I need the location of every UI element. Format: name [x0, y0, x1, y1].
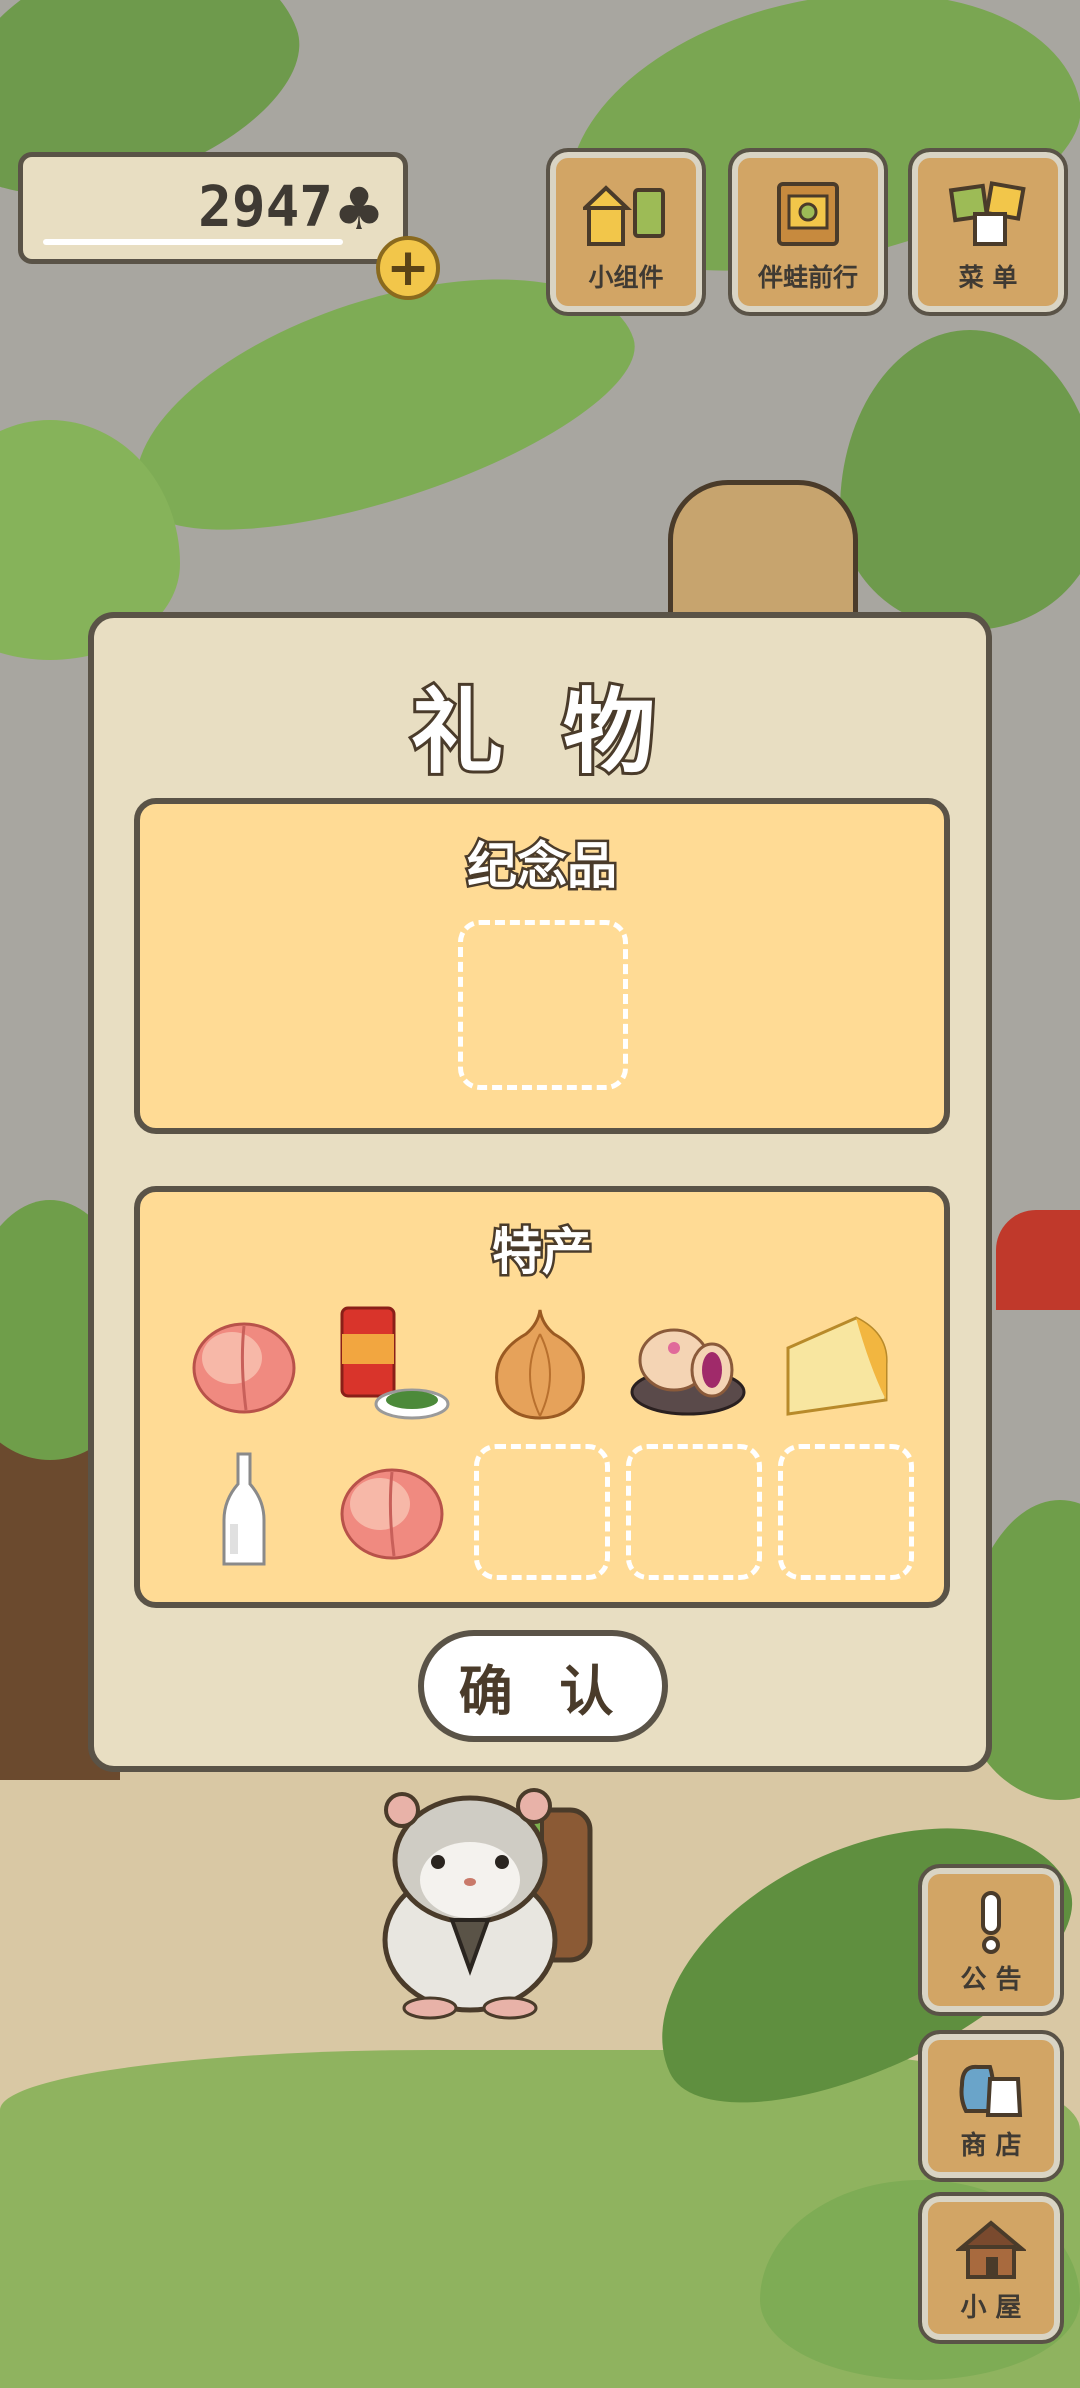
- shop-bag-icon: [959, 2064, 1023, 2117]
- house-button[interactable]: 小 屋: [918, 2192, 1064, 2344]
- shop-label: 商 店: [960, 2131, 1022, 2161]
- flower-cake-icon[interactable]: [628, 1304, 748, 1424]
- house-label: 小 屋: [960, 2293, 1022, 2323]
- menu-label: 菜 单: [958, 263, 1018, 292]
- house-icon: [956, 2220, 1026, 2279]
- souvenir-panel: 纪念品: [134, 798, 950, 1134]
- specialty-panel: 特产: [134, 1186, 950, 1608]
- menu-button[interactable]: 菜 单: [908, 148, 1068, 316]
- cheese-icon[interactable]: [776, 1304, 896, 1424]
- specialty-slot-empty[interactable]: [474, 1444, 610, 1580]
- specialty-slot-empty[interactable]: [778, 1444, 914, 1580]
- canned-tea-with-greens-icon[interactable]: [332, 1304, 452, 1424]
- travel-with-frog-button[interactable]: 伴蛙前行: [728, 148, 888, 316]
- add-clover-button[interactable]: +: [376, 236, 440, 300]
- specialty-slot-empty[interactable]: [626, 1444, 762, 1580]
- clover-counter: 2947 ♣: [18, 152, 408, 264]
- specialty-title: 特产: [490, 1221, 595, 1284]
- widget-label: 小组件: [588, 263, 664, 292]
- clover-count: 2947: [198, 175, 333, 240]
- hamster-character: [382, 1788, 593, 2020]
- widget-icon: [583, 185, 665, 246]
- travel-label: 伴蛙前行: [757, 263, 858, 292]
- announcement-label: 公 告: [960, 1965, 1022, 1995]
- album-icon: [777, 182, 839, 246]
- dialog-title: 礼 物: [408, 675, 670, 789]
- onion-icon[interactable]: [480, 1304, 600, 1424]
- glass-bottle-icon[interactable]: [184, 1450, 304, 1570]
- shop-button[interactable]: 商 店: [918, 2030, 1064, 2182]
- red-mailbox: [996, 1210, 1080, 1310]
- widget-button[interactable]: 小组件: [546, 148, 706, 316]
- peach-icon[interactable]: [332, 1450, 452, 1570]
- confirm-button[interactable]: 确 认: [418, 1630, 668, 1742]
- counter-underline: [43, 239, 343, 245]
- plus-icon: +: [386, 238, 430, 298]
- gift-dialog: 礼 物 纪念品 特产 确 认: [88, 612, 992, 1772]
- peach-icon[interactable]: [184, 1304, 304, 1424]
- menu-icon: [948, 181, 1026, 246]
- souvenir-slot-empty[interactable]: [458, 920, 628, 1090]
- exclamation-icon: [981, 1891, 1001, 1954]
- clover-icon: ♣: [333, 175, 385, 243]
- announcement-button[interactable]: 公 告: [918, 1864, 1064, 2016]
- souvenir-title: 纪念品: [465, 835, 620, 898]
